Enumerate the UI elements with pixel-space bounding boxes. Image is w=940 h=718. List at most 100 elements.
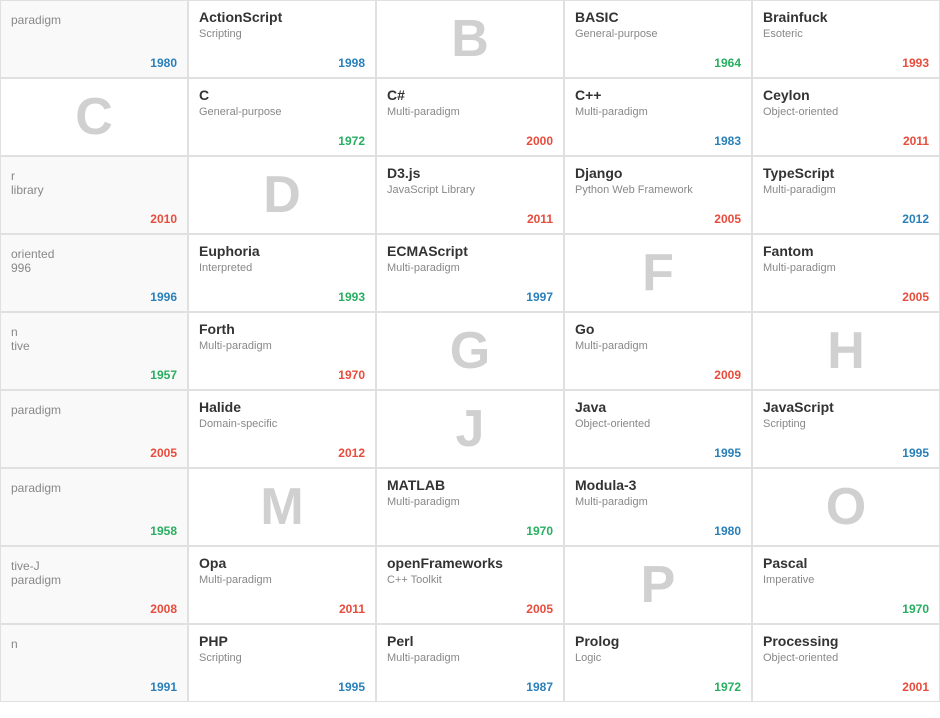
grid-cell[interactable]: C: [0, 78, 188, 156]
grid-cell[interactable]: G: [376, 312, 564, 390]
grid-cell[interactable]: n1991: [0, 624, 188, 702]
language-name: C#: [387, 87, 553, 104]
language-year: 1993: [338, 290, 365, 304]
language-name: Perl: [387, 633, 553, 650]
language-name: Euphoria: [199, 243, 365, 260]
letter-display: F: [642, 247, 674, 299]
language-year: 1995: [902, 446, 929, 460]
grid-cell[interactable]: openFrameworksC++ Toolkit2005: [376, 546, 564, 624]
grid-cell[interactable]: F: [564, 234, 752, 312]
language-type: Python Web Framework: [575, 184, 741, 196]
grid-cell[interactable]: CeylonObject-oriented2011: [752, 78, 940, 156]
language-name: Java: [575, 399, 741, 416]
language-type: Multi-paradigm: [575, 496, 741, 508]
grid-cell[interactable]: D: [188, 156, 376, 234]
language-name: D3.js: [387, 165, 553, 182]
grid-cell[interactable]: C++Multi-paradigm1983: [564, 78, 752, 156]
grid-cell[interactable]: PerlMulti-paradigm1987: [376, 624, 564, 702]
language-type: General-purpose: [575, 28, 741, 40]
grid-cell[interactable]: ActionScriptScripting1998: [188, 0, 376, 78]
language-year: 1964: [714, 56, 741, 70]
grid-cell[interactable]: D3.jsJavaScript Library2011: [376, 156, 564, 234]
grid-cell[interactable]: PascalImperative1970: [752, 546, 940, 624]
language-year: 1997: [526, 290, 553, 304]
grid-cell[interactable]: O: [752, 468, 940, 546]
letter-display: J: [456, 403, 485, 455]
language-name: Brainfuck: [763, 9, 929, 26]
language-year: 1972: [338, 134, 365, 148]
language-type: C++ Toolkit: [387, 574, 553, 586]
grid-cell[interactable]: EuphoriaInterpreted1993: [188, 234, 376, 312]
grid-cell[interactable]: Opa Multi-paradigm 2011: [188, 546, 376, 624]
grid-cell[interactable]: P: [564, 546, 752, 624]
grid-cell[interactable]: GoMulti-paradigm2009: [564, 312, 752, 390]
grid-cell[interactable]: C#Multi-paradigm2000: [376, 78, 564, 156]
grid-cell[interactable]: Modula-3Multi-paradigm1980: [564, 468, 752, 546]
grid-cell[interactable]: oriented 996 1996: [0, 234, 188, 312]
language-type: Multi-paradigm: [575, 340, 741, 352]
grid-cell[interactable]: DjangoPython Web Framework2005: [564, 156, 752, 234]
grid-cell[interactable]: JavaObject-oriented1995: [564, 390, 752, 468]
partial-year: 2010: [150, 212, 177, 226]
grid-cell[interactable]: MATLABMulti-paradigm1970: [376, 468, 564, 546]
language-type: Multi-paradigm: [387, 106, 553, 118]
language-name: Halide: [199, 399, 365, 416]
language-year: 1995: [338, 680, 365, 694]
grid-cell[interactable]: TypeScriptMulti-paradigm2012: [752, 156, 940, 234]
grid-cell[interactable]: paradigm1980: [0, 0, 188, 78]
language-name: Modula-3: [575, 477, 741, 494]
language-type: Esoteric: [763, 28, 929, 40]
grid-cell[interactable]: paradigm2005: [0, 390, 188, 468]
grid-cell[interactable]: tive-J paradigm2008: [0, 546, 188, 624]
language-name: C: [199, 87, 365, 104]
language-name: Fantom: [763, 243, 929, 260]
language-name: Ceylon: [763, 87, 929, 104]
language-type: Object-oriented: [763, 652, 929, 664]
language-year: 2005: [526, 602, 553, 616]
partial-text: n: [11, 637, 177, 651]
grid-cell[interactable]: JavaScriptScripting1995: [752, 390, 940, 468]
language-year: 1983: [714, 134, 741, 148]
grid-cell[interactable]: ForthMulti-paradigm1970: [188, 312, 376, 390]
language-type: General-purpose: [199, 106, 365, 118]
partial-text: oriented 996: [11, 247, 177, 275]
grid-cell[interactable]: M: [188, 468, 376, 546]
grid-cell[interactable]: ProcessingObject-oriented2001: [752, 624, 940, 702]
grid-cell[interactable]: paradigm1958: [0, 468, 188, 546]
grid-cell[interactable]: PHP Scripting 1995: [188, 624, 376, 702]
language-type: Multi-paradigm: [387, 652, 553, 664]
language-name: Opa: [199, 555, 365, 572]
language-type: Multi-paradigm: [199, 340, 365, 352]
language-type: Multi-paradigm: [575, 106, 741, 118]
letter-display: M: [260, 481, 303, 533]
partial-year: 1957: [150, 368, 177, 382]
language-year: 2009: [714, 368, 741, 382]
language-year: 2011: [339, 602, 365, 616]
letter-display: G: [450, 325, 490, 377]
grid-cell[interactable]: r library2010: [0, 156, 188, 234]
grid-cell[interactable]: ECMAScriptMulti-paradigm1997: [376, 234, 564, 312]
grid-cell[interactable]: C General-purpose 1972: [188, 78, 376, 156]
grid-cell[interactable]: PrologLogic1972: [564, 624, 752, 702]
partial-text: paradigm: [11, 481, 177, 495]
language-type: Scripting: [763, 418, 929, 430]
language-name: PHP: [199, 633, 365, 650]
grid-cell[interactable]: H: [752, 312, 940, 390]
grid-cell[interactable]: B: [376, 0, 564, 78]
grid-cell[interactable]: n tive 1957: [0, 312, 188, 390]
grid-cell[interactable]: Brainfuck Esoteric 1993: [752, 0, 940, 78]
letter-display: P: [641, 559, 676, 611]
language-year: 1970: [526, 524, 553, 538]
language-type: Multi-paradigm: [387, 262, 553, 274]
grid-cell[interactable]: HalideDomain-specific2012: [188, 390, 376, 468]
language-type: Scripting: [199, 652, 365, 664]
partial-text: n tive: [11, 325, 177, 353]
language-year: 1993: [902, 56, 929, 70]
partial-year: 1996: [150, 290, 177, 304]
language-type: Scripting: [199, 28, 365, 40]
language-type: Multi-paradigm: [763, 184, 929, 196]
grid-cell[interactable]: FantomMulti-paradigm2005: [752, 234, 940, 312]
grid-cell[interactable]: BASICGeneral-purpose1964: [564, 0, 752, 78]
grid-cell[interactable]: J: [376, 390, 564, 468]
language-type: Multi-paradigm: [199, 574, 365, 586]
